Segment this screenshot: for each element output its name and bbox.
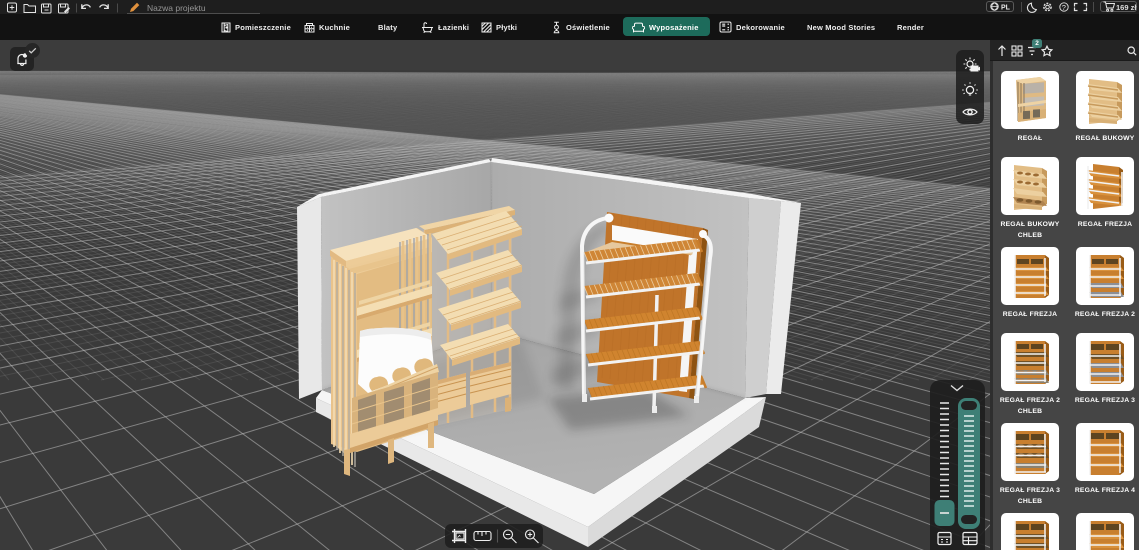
- svg-text:PL: PL: [1001, 4, 1011, 11]
- svg-text:?: ?: [1062, 2, 1066, 11]
